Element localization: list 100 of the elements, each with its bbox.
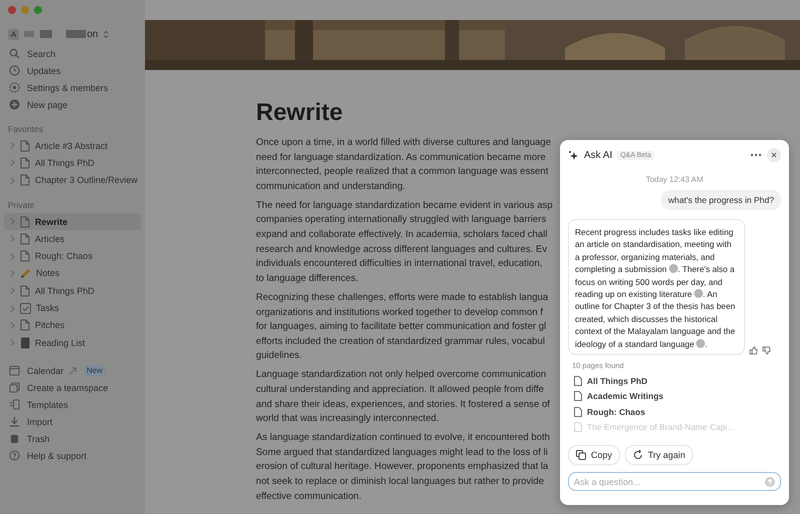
text-line: organizations and institutions worked together to develop common f xyxy=(256,306,543,320)
close-icon[interactable] xyxy=(767,148,781,162)
chevron-right-icon xyxy=(10,176,15,184)
download-icon xyxy=(9,416,20,428)
settings-icon xyxy=(9,82,20,93)
text-line: world that was increasingly interconnected. xyxy=(256,412,439,426)
page-icon xyxy=(574,422,582,432)
page-title: Rewrite xyxy=(256,98,344,128)
plus-icon xyxy=(9,99,20,110)
send-icon[interactable] xyxy=(765,476,775,487)
updown-icon xyxy=(103,30,110,38)
sidebar-item[interactable]: Import xyxy=(4,413,141,430)
text-line: Recognizing these challenges, efforts were made to establish langua xyxy=(256,290,548,305)
sidebar-page-item[interactable]: Rewrite xyxy=(4,212,141,230)
try-again-button[interactable]: Try again xyxy=(625,445,694,466)
question-field[interactable]: Ask a question... xyxy=(568,472,781,492)
page-icon xyxy=(20,156,30,169)
citation-icon[interactable] xyxy=(694,289,703,298)
text-line: The need for language standardization became evident in various asp xyxy=(256,198,553,213)
chevron-right-icon xyxy=(10,322,15,329)
chevron-right-icon xyxy=(10,270,15,277)
source-link[interactable]: Academic Writings xyxy=(568,388,781,404)
text-line: expand and collaborate effectively. In academia, scholars faced chall xyxy=(256,228,548,242)
sidebar-page-item[interactable]: Pitches xyxy=(4,316,141,334)
text-line: effective communication. xyxy=(256,490,362,504)
sidebar-item[interactable]: Trash xyxy=(4,430,141,448)
page-icon xyxy=(20,174,30,186)
text-line: Language standardization not only helped overcome communication xyxy=(256,368,546,382)
text-line: research and knowledge across different languages and cultures. Ev xyxy=(256,242,548,257)
more-icon[interactable] xyxy=(750,153,762,157)
close-window-button[interactable] xyxy=(8,6,16,14)
chevron-right-icon xyxy=(10,339,15,346)
chevron-right-icon xyxy=(10,159,15,166)
page-icon xyxy=(20,250,30,262)
sidebar-page-item[interactable]: Article #3 Abstract xyxy=(4,137,141,154)
sidebar-page-item[interactable]: Tasks xyxy=(4,299,141,317)
panel-title: Ask AI xyxy=(584,150,612,160)
sparkle-icon xyxy=(568,150,579,160)
chevron-right-icon xyxy=(10,304,15,312)
text-line: As language standardization continued to evolve, it encountered both xyxy=(256,431,550,446)
sidebar-page-item[interactable]: Articles xyxy=(4,230,141,248)
source-link[interactable]: Rough: Chaos xyxy=(568,404,781,420)
sidebar-item[interactable]: Templates xyxy=(4,396,141,414)
workspace-name[interactable]: on xyxy=(87,28,98,40)
sidebar-page-item[interactable]: All Things PhD xyxy=(4,282,141,300)
page-icon xyxy=(20,140,30,152)
section-heading: Favorites xyxy=(8,124,44,134)
text-line: need for language standardization. As communication became more xyxy=(256,150,546,165)
thumbs-up-icon[interactable] xyxy=(749,346,758,356)
text-line: communication and understanding. xyxy=(256,180,406,194)
timestamp: Today 12:43 AM xyxy=(644,175,704,184)
templates-icon xyxy=(9,399,20,410)
text-line: efforts included the creation of standardized grammar rules, vocabul xyxy=(256,334,545,349)
text-line: companies operating internationally struggled with language barriers xyxy=(256,213,546,228)
page-icon xyxy=(574,376,582,386)
thumbs-down-icon[interactable] xyxy=(762,346,771,356)
chevron-right-icon xyxy=(10,235,15,242)
pencil-icon xyxy=(20,268,31,279)
text-line: to language differences. xyxy=(256,272,358,286)
sidebar-item[interactable]: Create a teamspace xyxy=(4,379,141,396)
text-line: guidelines. xyxy=(256,349,302,364)
chevron-right-icon xyxy=(10,287,15,294)
checkbox-icon xyxy=(20,302,31,314)
page-icon xyxy=(574,406,582,417)
ai-answer: Recent progress includes tasks like editing an article on standardisation, meeting with a professor, organizing materials, and completing a submission . There's also a focus on writing 500 words per day, and reading up on existing literature . An outline for Chapter 3 of the thesis has been created, which discusses the historical context of the Malayalam language and the ideology of a standard language . xyxy=(568,219,745,356)
sidebar-item[interactable]: Search xyxy=(4,45,141,62)
sidebar-page-item[interactable]: Chapter 3 Outline/Review xyxy=(4,172,141,189)
sidebar-item[interactable]: New page xyxy=(4,96,141,113)
chevron-right-icon xyxy=(10,218,15,226)
new-badge: New xyxy=(84,365,106,376)
text-line: interconnected, people realized that a common language was essent xyxy=(256,165,548,180)
citation-icon[interactable] xyxy=(668,264,678,274)
text-line: for languages, aiming to facilitate better communication and foster gl xyxy=(256,320,546,334)
page-icon xyxy=(20,232,30,245)
sidebar-page-item[interactable]: All Things PhD xyxy=(4,154,141,172)
sidebar-item[interactable]: Calendar New xyxy=(4,362,141,380)
sidebar-item[interactable]: Help & support xyxy=(4,447,141,464)
sidebar-page-item[interactable]: Reading List xyxy=(4,334,141,352)
retry-icon xyxy=(633,450,644,460)
source-link[interactable]: All Things PhD xyxy=(568,373,781,389)
text-line: individuals encountered difficulties in international travel, education, xyxy=(256,257,542,272)
sidebar-page-item[interactable]: Rough: Chaos xyxy=(4,247,141,265)
help-icon xyxy=(9,450,20,462)
sidebar-item[interactable]: Updates xyxy=(4,62,141,79)
page-icon xyxy=(20,319,30,332)
page-icon xyxy=(20,216,30,228)
citation-icon[interactable] xyxy=(696,338,706,348)
copy-button[interactable]: Copy xyxy=(568,445,620,466)
text-line: and share their ideas, experiences, and stories. It fostered a sense of xyxy=(256,398,550,412)
minimize-window-button[interactable] xyxy=(21,6,29,14)
chevron-right-icon xyxy=(10,252,15,260)
teamspace-icon xyxy=(9,382,20,394)
redaction-drawing xyxy=(24,30,88,38)
sidebar-page-item[interactable]: Notes xyxy=(4,264,141,282)
text-line: erosion of cultural heritage. However, proponents emphasized that la xyxy=(256,460,548,474)
workspace-avatar[interactable]: A xyxy=(8,28,19,40)
zoom-window-button[interactable] xyxy=(34,6,42,14)
sidebar-item[interactable]: Settings & members xyxy=(4,79,141,96)
trash-icon xyxy=(9,433,20,444)
section-heading: Private xyxy=(8,200,36,210)
